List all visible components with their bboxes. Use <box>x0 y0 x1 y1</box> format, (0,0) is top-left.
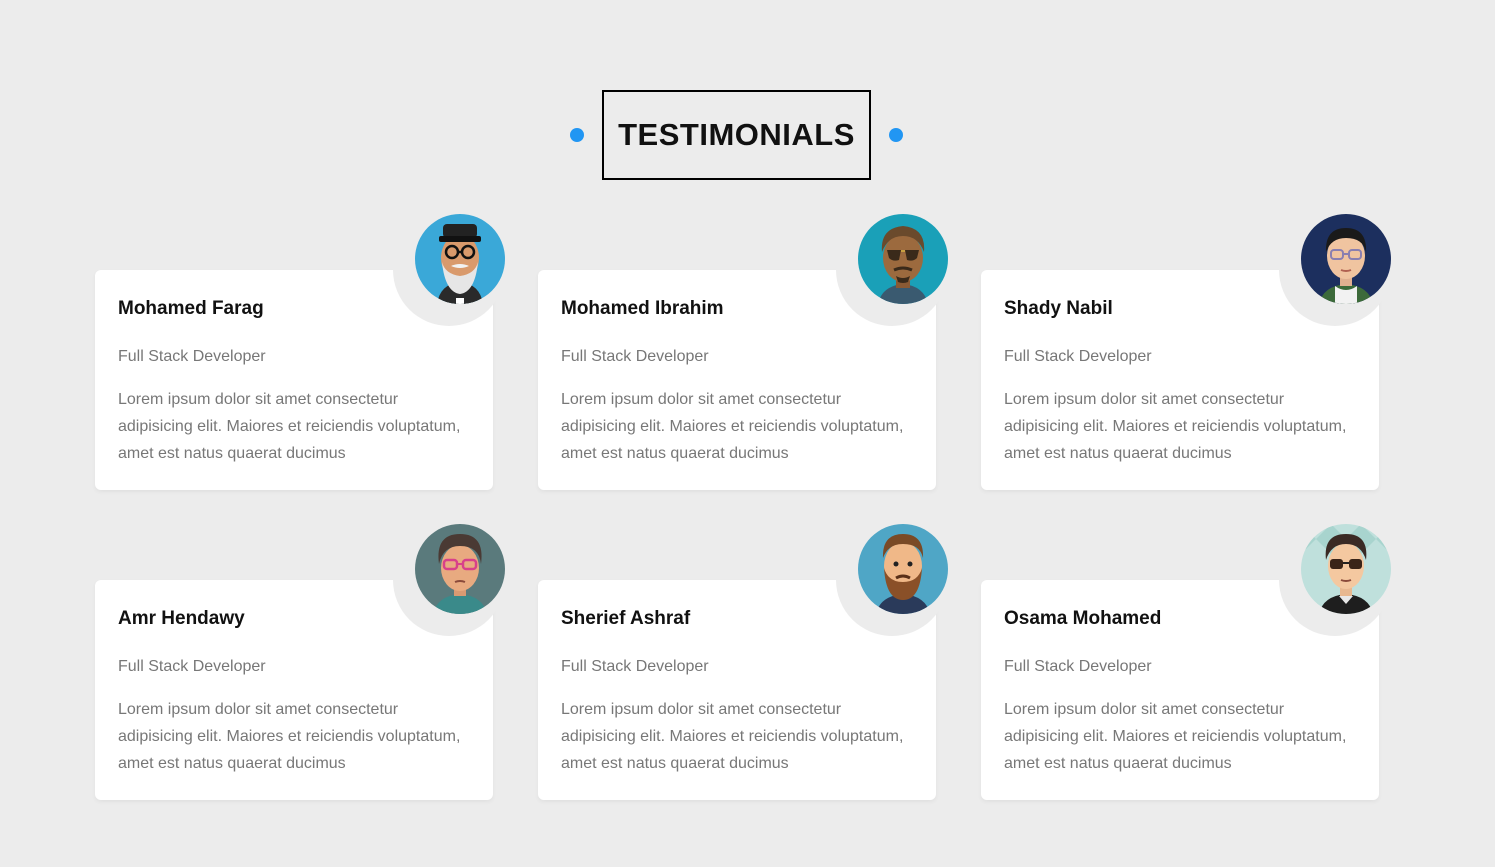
testimonial-text: Lorem ipsum dolor sit amet consectetur a… <box>1004 701 1347 772</box>
testimonial-text: Lorem ipsum dolor sit amet consectetur a… <box>118 391 461 462</box>
testimonial-card-cell: Mohamed Ibrahim Full Stack Developer Lor… <box>538 214 948 490</box>
testimonial-text: Lorem ipsum dolor sit amet consectetur a… <box>561 391 904 462</box>
testimonial-role: Full Stack Developer <box>118 658 266 675</box>
page-title: TESTIMONIALS <box>618 117 855 152</box>
testimonial-card-cell: Mohamed Farag Full Stack Developer Lorem… <box>95 214 505 490</box>
testimonial-role: Full Stack Developer <box>1004 658 1152 675</box>
avatar-pink-glasses-icon <box>415 524 505 614</box>
avatar-ring <box>836 524 948 636</box>
avatar-sunglasses-icon <box>858 214 948 304</box>
avatar-beard-icon <box>858 524 948 614</box>
testimonial-text: Lorem ipsum dolor sit amet consectetur a… <box>561 701 904 772</box>
testimonials-grid: Mohamed Farag Full Stack Developer Lorem… <box>95 214 1391 800</box>
section-header: TESTIMONIALS <box>0 90 1473 180</box>
avatar-glasses-icon <box>1301 214 1391 304</box>
testimonial-card-cell: Osama Mohamed Full Stack Developer Lorem… <box>981 524 1391 800</box>
title-dot-right <box>889 128 903 142</box>
testimonial-role: Full Stack Developer <box>561 658 709 675</box>
testimonial-role: Full Stack Developer <box>561 348 709 365</box>
avatar-ring <box>1279 214 1391 326</box>
testimonial-text: Lorem ipsum dolor sit amet consectetur a… <box>118 701 461 772</box>
testimonial-card-cell: Amr Hendawy Full Stack Developer Lorem i… <box>95 524 505 800</box>
avatar-dark-glasses-icon <box>1301 524 1391 614</box>
testimonial-text: Lorem ipsum dolor sit amet consectetur a… <box>1004 391 1347 462</box>
avatar-ring <box>393 524 505 636</box>
testimonial-card-cell: Shady Nabil Full Stack Developer Lorem i… <box>981 214 1391 490</box>
testimonial-card-cell: Sherief Ashraf Full Stack Developer Lore… <box>538 524 948 800</box>
testimonial-role: Full Stack Developer <box>1004 348 1152 365</box>
title-dot-left <box>570 128 584 142</box>
avatar-ring <box>836 214 948 326</box>
avatar-ring <box>393 214 505 326</box>
avatar-bearded-hat-icon <box>415 214 505 304</box>
title-box: TESTIMONIALS <box>602 90 871 180</box>
testimonial-role: Full Stack Developer <box>118 348 266 365</box>
avatar-ring <box>1279 524 1391 636</box>
